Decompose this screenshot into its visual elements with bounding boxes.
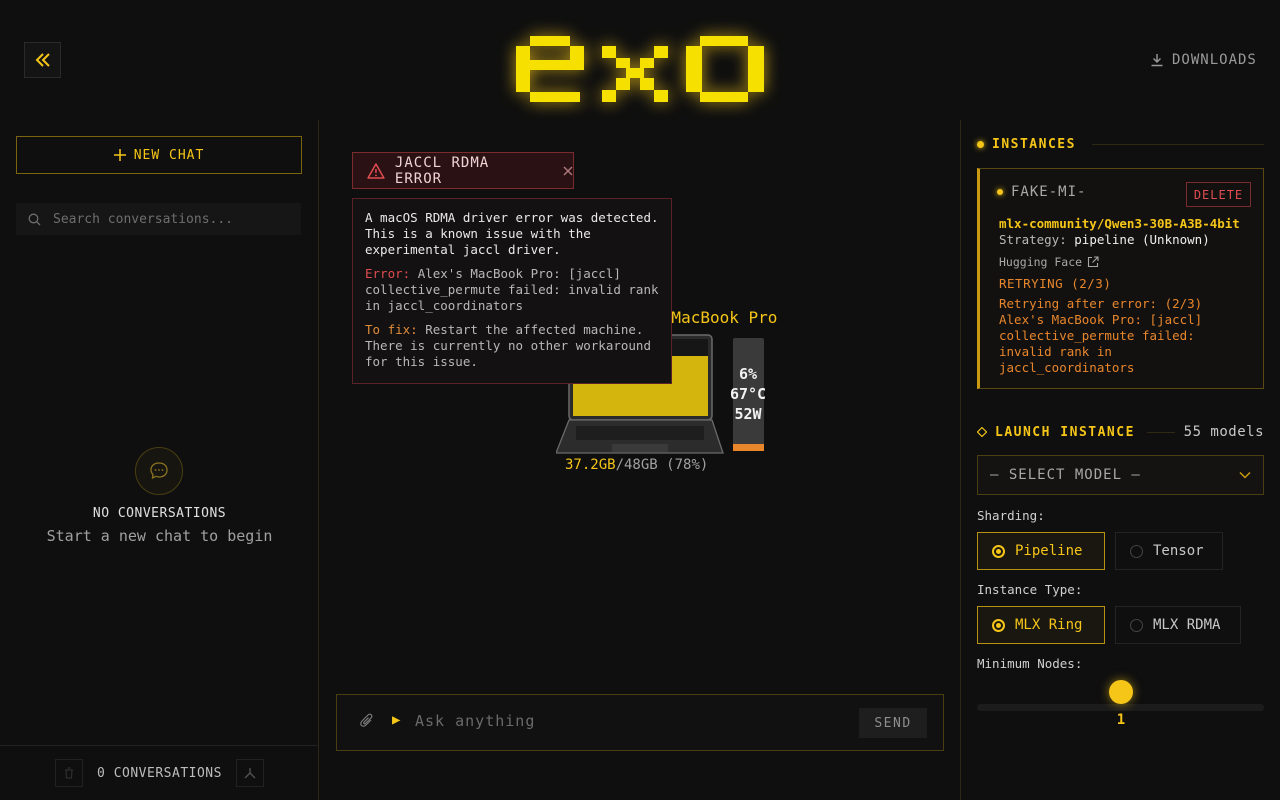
close-icon[interactable]: [563, 166, 573, 176]
radio-selected-icon: [992, 544, 1005, 558]
instances-title: INSTANCES: [992, 136, 1076, 152]
external-link-icon: [1088, 256, 1099, 268]
instance-name-row: FAKE-MI-: [997, 184, 1086, 200]
send-button[interactable]: SEND: [859, 708, 927, 738]
sharding-option-label: Tensor: [1153, 543, 1204, 559]
error-label: Error:: [365, 266, 411, 281]
hugging-face-link[interactable]: Hugging Face: [999, 255, 1099, 269]
gpu-usage-value: 6%: [738, 365, 758, 383]
min-nodes-label: Minimum Nodes:: [977, 656, 1083, 671]
memory-percent: (78%): [666, 457, 709, 473]
sharding-option-label: Pipeline: [1015, 543, 1083, 559]
search-icon: [28, 213, 41, 225]
instance-type-label: Instance Type:: [977, 582, 1083, 597]
instance-model: mlx-community/Qwen3-30B-A3B-4bit: [999, 216, 1240, 231]
device-stats: 6% 67°C 52W: [726, 364, 770, 424]
error-text: Alex's MacBook Pro: [jaccl] collective_p…: [365, 266, 659, 313]
error-message: A macOS RDMA driver error was detected. …: [365, 210, 659, 257]
download-icon: [1151, 54, 1163, 67]
strategy-label: Strategy:: [999, 232, 1067, 247]
search-input[interactable]: [51, 210, 285, 228]
min-nodes-slider-thumb[interactable]: [1109, 680, 1133, 704]
error-detail: Error: Alex's MacBook Pro: [jaccl] colle…: [365, 266, 659, 314]
sharding-option-tensor[interactable]: Tensor: [1115, 532, 1223, 570]
gpu-usage-fill: [733, 444, 764, 451]
memory-usage: 37.2GB/48GB (78%): [565, 457, 708, 473]
sharding-label: Sharding:: [977, 508, 1045, 523]
chevron-down-icon: [1239, 471, 1251, 479]
temperature-value: 67°C: [729, 385, 767, 403]
launch-title: LAUNCH INSTANCE: [995, 424, 1135, 440]
model-count: 55 models: [1183, 424, 1264, 440]
double-chevron-left-icon: [35, 53, 50, 67]
status-dot-icon: [977, 140, 984, 148]
downloads-link[interactable]: DOWNLOADS: [1150, 50, 1257, 70]
power-value: 52W: [734, 405, 762, 423]
trash-button[interactable]: [55, 759, 84, 787]
network-icon: [244, 768, 256, 779]
instance-strategy: Strategy: pipeline (Unknown): [999, 232, 1210, 247]
rdma-error-badge[interactable]: JACCL RDMA ERROR: [352, 152, 574, 189]
instance-type-option-mlx-rdma[interactable]: MLX RDMA: [1115, 606, 1241, 644]
paperclip-icon[interactable]: [360, 713, 374, 729]
chat-bubble-icon: [135, 447, 183, 495]
diamond-icon: [977, 427, 987, 437]
delete-instance-button[interactable]: DELETE: [1186, 182, 1251, 207]
model-select-value: — SELECT MODEL —: [990, 467, 1141, 483]
min-nodes-value: 1: [1116, 712, 1126, 728]
error-badge-label: JACCL RDMA ERROR: [394, 154, 490, 187]
status-dot-icon: [997, 189, 1003, 195]
model-select-dropdown[interactable]: — SELECT MODEL —: [977, 455, 1264, 495]
warning-icon: [367, 162, 385, 179]
fix-detail: To fix: Restart the affected machine. Th…: [365, 322, 659, 370]
instance-name: FAKE-MI-: [1011, 184, 1087, 200]
instance-type-option-label: MLX RDMA: [1153, 617, 1221, 633]
trash-icon: [65, 767, 74, 779]
conversation-count: 0 CONVERSATIONS: [97, 765, 222, 781]
empty-state-subtitle: Start a new chat to begin: [46, 527, 273, 545]
memory-used: 37.2GB: [565, 457, 616, 473]
fix-label: To fix:: [365, 322, 418, 337]
search-box: [16, 203, 301, 235]
strategy-value: pipeline (Unknown): [1074, 232, 1210, 247]
divider: [1146, 431, 1175, 433]
prompt-arrow-icon: ▶: [392, 712, 401, 728]
sidebar-footer: 0 CONVERSATIONS: [0, 745, 319, 800]
radio-icon: [1130, 618, 1143, 632]
new-chat-button[interactable]: NEW CHAT: [16, 136, 302, 174]
radio-selected-icon: [992, 618, 1005, 632]
hugging-face-label: Hugging Face: [999, 255, 1083, 269]
instance-type-option-label: MLX Ring: [1015, 617, 1083, 633]
divider: [1091, 143, 1264, 145]
instances-header: INSTANCES: [977, 136, 1264, 152]
topology-button[interactable]: [235, 759, 264, 787]
exo-logo: [512, 36, 768, 102]
new-chat-label: NEW CHAT: [133, 147, 205, 163]
empty-state-title: NO CONVERSATIONS: [92, 506, 227, 521]
error-details-popover: A macOS RDMA driver error was detected. …: [352, 198, 672, 384]
chat-input[interactable]: [413, 710, 843, 732]
plus-icon: [113, 149, 126, 161]
downloads-label: DOWNLOADS: [1172, 52, 1257, 68]
instance-type-option-mlx-ring[interactable]: MLX Ring: [977, 606, 1105, 644]
radio-icon: [1130, 544, 1143, 558]
memory-total: /48GB: [615, 457, 658, 473]
instance-status: RETRYING (2/3): [999, 276, 1112, 291]
sharding-option-pipeline[interactable]: Pipeline: [977, 532, 1105, 570]
collapse-sidebar-button[interactable]: [24, 42, 61, 78]
launch-instance-header: LAUNCH INSTANCE 55 models: [977, 424, 1264, 440]
min-nodes-slider-track[interactable]: [977, 704, 1264, 711]
instance-error: Retrying after error: (2/3) Alex's MacBo…: [999, 296, 1203, 375]
